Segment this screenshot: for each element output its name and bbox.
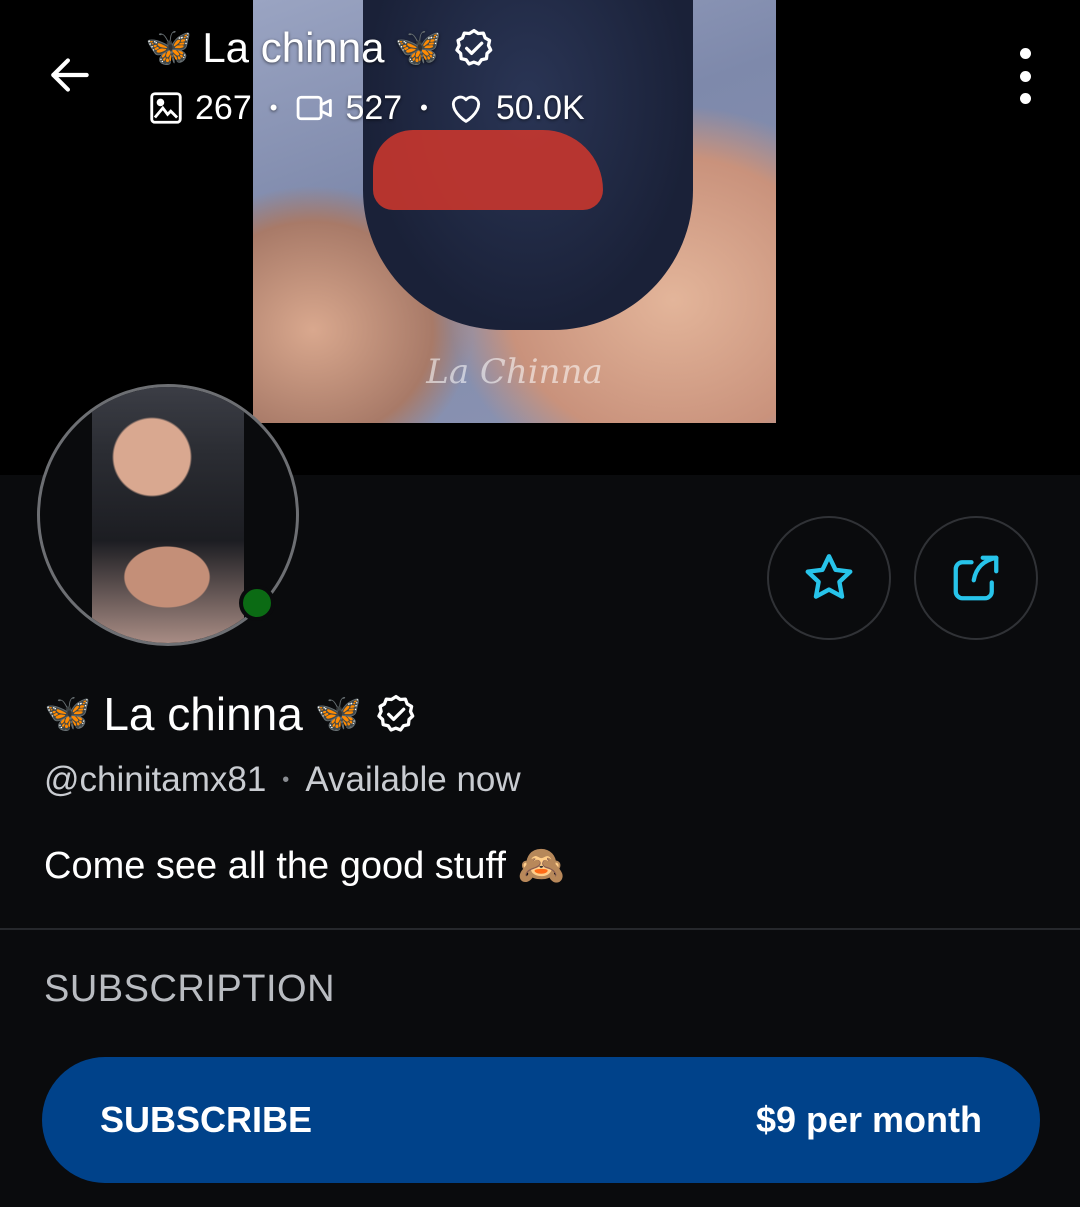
arrow-left-icon bbox=[51, 58, 89, 92]
subscribe-button[interactable]: SUBSCRIBE $9 per month bbox=[42, 1057, 1040, 1183]
more-dot bbox=[1019, 93, 1031, 104]
more-dot bbox=[1019, 48, 1031, 59]
favorite-button[interactable] bbox=[767, 516, 891, 640]
verified-badge-icon bbox=[455, 28, 493, 66]
see-no-evil-monkey-icon: 🙈 bbox=[517, 845, 566, 887]
butterfly-icon: 🦋 bbox=[394, 27, 442, 69]
subscribe-price: $9 per month bbox=[755, 1099, 982, 1140]
verified-badge-icon bbox=[377, 694, 415, 732]
profile-name: 🦋 La chinna 🦋 bbox=[44, 686, 418, 742]
photos-count: 267 bbox=[195, 88, 252, 127]
cover-car-graphic bbox=[373, 130, 603, 210]
image-icon bbox=[150, 92, 182, 124]
video-icon bbox=[297, 95, 333, 121]
header-title: 🦋 La chinna 🦋 bbox=[145, 20, 496, 76]
more-dot bbox=[1019, 70, 1031, 82]
meta-separator: • bbox=[282, 768, 290, 791]
profile-handle[interactable]: @chinitamx81 bbox=[44, 760, 266, 800]
header-stats: 267 • 527 • 50.0K bbox=[147, 84, 585, 132]
header-name: La chinna bbox=[202, 24, 385, 71]
online-status-dot bbox=[239, 585, 275, 621]
avatar-photo bbox=[92, 387, 244, 643]
videos-count: 527 bbox=[345, 88, 403, 127]
availability-status: Available now bbox=[305, 760, 521, 799]
more-options-button[interactable] bbox=[1005, 48, 1045, 104]
profile-bio: Come see all the good stuff 🙈 bbox=[44, 840, 565, 892]
back-button[interactable] bbox=[40, 45, 100, 105]
butterfly-icon: 🦋 bbox=[314, 693, 363, 735]
likes-count: 50.0K bbox=[495, 88, 585, 127]
stat-separator: • bbox=[420, 95, 428, 120]
heart-icon bbox=[451, 95, 480, 123]
butterfly-icon: 🦋 bbox=[145, 27, 193, 69]
bio-text: Come see all the good stuff bbox=[44, 844, 506, 887]
subscription-heading: SUBSCRIPTION bbox=[44, 968, 336, 1010]
share-button[interactable] bbox=[914, 516, 1038, 640]
top-bar: 🦋 La chinna 🦋 267 • 527 • 50.0K bbox=[0, 0, 1080, 140]
share-icon bbox=[953, 555, 999, 601]
butterfly-icon: 🦋 bbox=[44, 693, 92, 735]
cover-watermark: La Chinna bbox=[426, 352, 603, 392]
profile-display-name: La chinna bbox=[103, 688, 303, 740]
profile-meta: @chinitamx81 • Available now bbox=[44, 758, 521, 802]
star-icon bbox=[805, 554, 853, 599]
section-divider bbox=[0, 928, 1080, 930]
subscribe-label: SUBSCRIBE bbox=[100, 1099, 313, 1140]
stat-separator: • bbox=[269, 95, 278, 120]
